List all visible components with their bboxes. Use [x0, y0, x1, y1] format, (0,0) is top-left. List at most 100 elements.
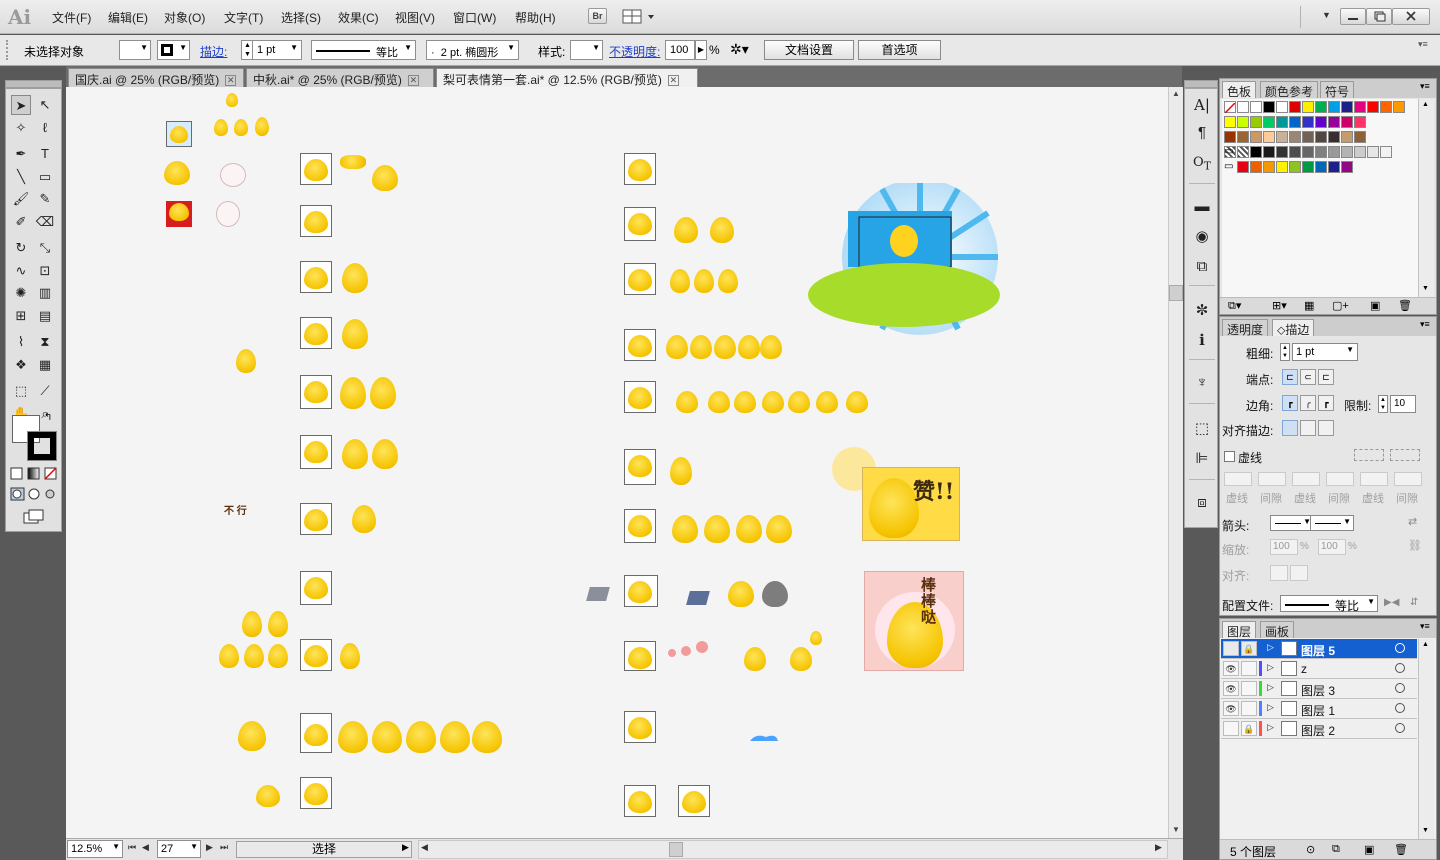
color-swatch[interactable] — [1302, 131, 1314, 143]
gradient-tool-icon[interactable]: ▤ — [35, 306, 55, 326]
column-graph-tool-icon[interactable]: ▥ — [35, 283, 55, 303]
color-swatch[interactable] — [1302, 146, 1314, 158]
tab-swatches[interactable]: 色板 — [1222, 81, 1257, 99]
color-swatch[interactable] — [1341, 116, 1353, 128]
layer-name[interactable]: 图层 1 — [1301, 702, 1335, 719]
chick-sticker[interactable] — [788, 391, 810, 413]
close-window-button[interactable] — [1392, 8, 1430, 25]
expand-triangle-icon[interactable]: ▷ — [1267, 642, 1274, 653]
miter-join-button[interactable]: ┏ — [1282, 395, 1298, 411]
swatch-options-icon[interactable]: ▦ — [1304, 299, 1314, 312]
sticker-frame[interactable] — [624, 381, 656, 413]
pen-tool-icon[interactable]: ✒ — [11, 144, 31, 164]
color-swatch[interactable] — [1302, 101, 1314, 113]
chick-sticker[interactable] — [738, 335, 760, 359]
red-sticker[interactable] — [166, 201, 192, 227]
white-swatch[interactable] — [1250, 101, 1262, 113]
paintbrush-tool-icon[interactable]: 🖌 — [11, 189, 31, 209]
actions-panel-icon[interactable]: ♆ — [1192, 373, 1212, 393]
sticker-frame[interactable] — [624, 263, 656, 295]
chick-sticker[interactable] — [762, 391, 784, 413]
fill-color-box[interactable]: ▼ — [119, 40, 151, 60]
chick-sticker[interactable] — [342, 319, 368, 349]
layers-scrollbar[interactable]: ▲ ▼ — [1418, 639, 1434, 839]
menu-select[interactable]: 选择(S) — [281, 9, 321, 26]
target-circle-icon[interactable] — [1395, 723, 1405, 733]
rectangle-tool-icon[interactable]: ▭ — [35, 167, 55, 187]
swap-arrowheads-icon[interactable]: ⇄ — [1408, 515, 1417, 528]
color-swatch[interactable] — [1237, 131, 1249, 143]
color-swatch[interactable] — [1380, 101, 1392, 113]
stroke-label-link[interactable]: 描边: — [200, 43, 227, 60]
chick-sticker[interactable] — [370, 377, 396, 409]
chick-sticker[interactable] — [440, 721, 470, 753]
slice-tool-icon[interactable]: ⟋ — [35, 381, 55, 401]
color-swatch[interactable] — [1224, 116, 1236, 128]
minimize-button[interactable] — [1340, 8, 1366, 25]
limit-stepper[interactable]: ▲ ▼ — [1378, 395, 1388, 413]
chick-sticker[interactable] — [340, 155, 366, 169]
chick-sticker[interactable] — [342, 263, 368, 293]
lock-toggle[interactable] — [1241, 661, 1257, 676]
color-group-folder-icon[interactable]: ▭ — [1224, 161, 1233, 172]
chick-sticker[interactable] — [268, 611, 288, 637]
artboard-number-field[interactable]: 27 ▼ — [157, 840, 201, 858]
color-swatch[interactable] — [1328, 101, 1340, 113]
blob-brush-tool-icon[interactable]: ✐ — [11, 212, 31, 232]
sticker-frame[interactable] — [300, 261, 332, 293]
color-swatch[interactable] — [1328, 146, 1340, 158]
color-group-folder-icon[interactable]: ▭ — [1224, 146, 1233, 157]
color-swatch[interactable] — [1263, 146, 1275, 158]
stroke-weight-field[interactable]: 1 pt ▼ — [252, 40, 302, 60]
sticker-thumb[interactable] — [166, 121, 192, 147]
color-swatch[interactable] — [1328, 161, 1340, 173]
color-swatch[interactable] — [1276, 101, 1288, 113]
round-cap-button[interactable]: ⊂ — [1300, 369, 1316, 385]
chick-sticker[interactable] — [744, 647, 766, 671]
dash-field-1[interactable] — [1224, 472, 1252, 486]
color-swatch[interactable] — [1276, 146, 1288, 158]
chick-sticker[interactable] — [666, 335, 688, 359]
magic-wand-tool-icon[interactable]: ✧ — [11, 118, 31, 138]
symbols-panel-icon[interactable]: ✼ — [1192, 301, 1212, 321]
opacity-field[interactable]: 100 — [665, 40, 695, 60]
new-color-group-icon[interactable]: ▢+ — [1332, 299, 1349, 312]
new-sublayer-icon[interactable]: ⧉ — [1332, 843, 1340, 856]
color-swatch[interactable] — [1367, 146, 1379, 158]
zoom-level-field[interactable]: 12.5% ▼ — [67, 840, 123, 858]
menu-view[interactable]: 视图(V) — [395, 9, 435, 26]
layer-row[interactable]: 🔒 ▷ 图层 5 — [1221, 639, 1417, 659]
arrow-align-tip-button[interactable] — [1270, 565, 1288, 581]
chick-sticker[interactable] — [766, 515, 792, 543]
type-tool-icon[interactable]: T — [35, 144, 55, 164]
color-swatch[interactable] — [1328, 131, 1340, 143]
color-swatch[interactable] — [1380, 146, 1392, 158]
symbol-sprayer-tool-icon[interactable]: ✺ — [11, 283, 31, 303]
sticker-frame[interactable] — [300, 205, 332, 237]
warp-tool-icon[interactable]: ∿ — [11, 261, 31, 281]
symbol-tool-icon[interactable]: ❖ — [11, 355, 31, 375]
tab-color-guide[interactable]: 颜色参考 — [1260, 81, 1319, 99]
butt-cap-button[interactable]: ⊏ — [1282, 369, 1298, 385]
color-swatch[interactable] — [1289, 131, 1301, 143]
color-swatch[interactable] — [1237, 161, 1249, 173]
visibility-toggle-eye-icon[interactable]: 👁 — [1223, 701, 1239, 716]
dash-preset-1[interactable] — [1354, 449, 1384, 461]
grey-chick-sticker[interactable] — [762, 581, 788, 607]
next-artboard-icon[interactable]: ▶ — [206, 842, 213, 853]
color-swatch[interactable] — [1263, 116, 1275, 128]
chick-sticker[interactable] — [728, 581, 754, 607]
color-swatch[interactable] — [1341, 101, 1353, 113]
chick-sticker[interactable] — [340, 377, 366, 409]
vertical-scrollbar[interactable]: ▲ ▼ — [1168, 87, 1183, 838]
expand-triangle-icon[interactable]: ▷ — [1267, 662, 1274, 673]
layer-row[interactable]: 👁 ▷ 图层 1 — [1221, 699, 1417, 719]
horizontal-scrollbar[interactable]: ◀ ▶ — [418, 840, 1168, 859]
color-swatch[interactable] — [1289, 146, 1301, 158]
expand-triangle-icon[interactable]: ▷ — [1267, 682, 1274, 693]
horizontal-scroll-thumb[interactable] — [669, 842, 683, 857]
layer-name[interactable]: 图层 2 — [1301, 722, 1335, 739]
color-swatch[interactable] — [1289, 101, 1301, 113]
drawing-mode-buttons[interactable] — [10, 487, 58, 501]
layer-row[interactable]: 👁 ▷ z — [1221, 659, 1417, 679]
